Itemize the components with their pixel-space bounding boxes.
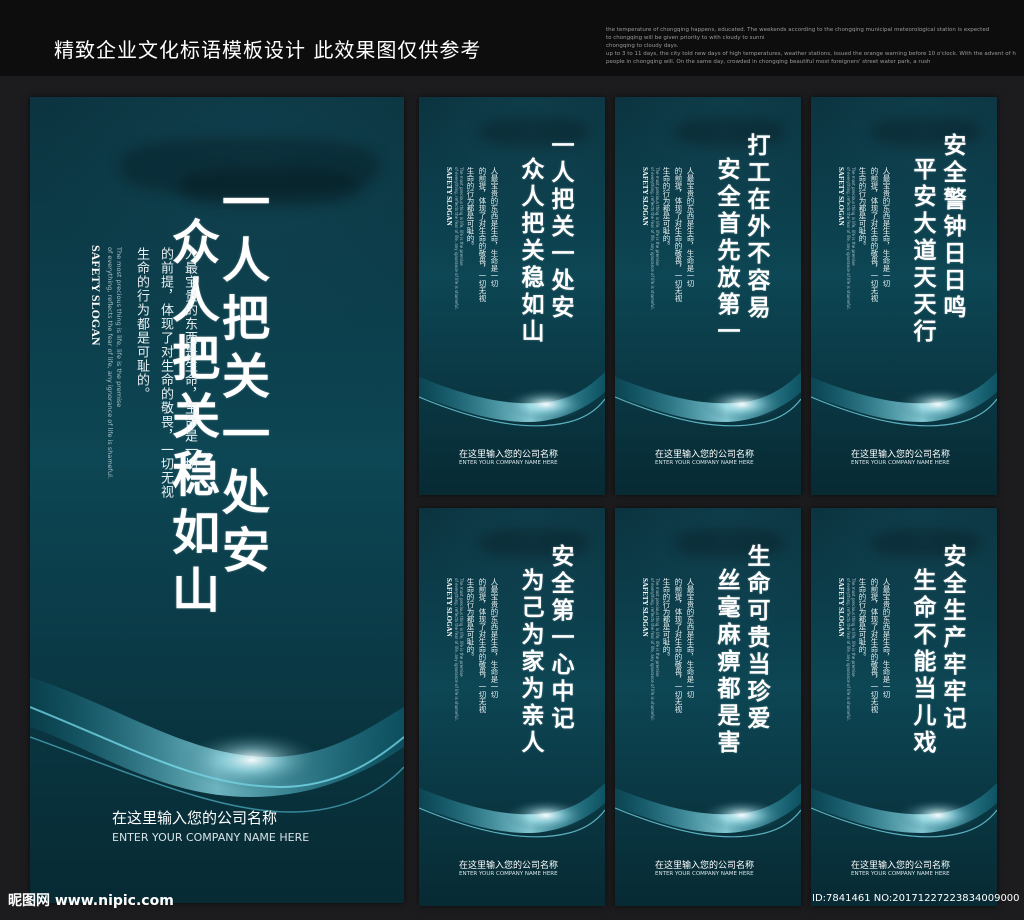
fineprint-line: up to 3 to 11 days, the city told new da… xyxy=(606,51,1016,57)
safety-slogan-title: SAFETY SLOGAN xyxy=(89,245,103,346)
top-banner: 精致企业文化标语模板设计 此效果图仅供参考 the temperature of… xyxy=(0,0,1024,76)
small-poster-1: 一人把关一处安 众人把关稳如山 人最宝贵的东西是生命，生命是一切 的前提，体现了… xyxy=(419,97,605,495)
english-fine-text-2: of everything, reflects the fear of life… xyxy=(650,578,655,721)
company-name-english: ENTER YOUR COMPANY NAME HERE xyxy=(655,871,754,877)
light-wave xyxy=(419,372,605,427)
slogan-line-2: 安全首先放第一 xyxy=(713,157,740,346)
slogan-line-2: 丝毫麻痹都是害 xyxy=(713,568,740,757)
company-name: 在这里输入您的公司名称 xyxy=(851,861,951,871)
fineprint-text: the temperature of chongqing happens, ed… xyxy=(606,26,1016,66)
company-name-english: ENTER YOUR COMPANY NAME HERE xyxy=(655,460,754,466)
company-name-english: ENTER YOUR COMPANY NAME HERE xyxy=(851,871,950,877)
safety-slogan-title: SAFETY SLOGAN xyxy=(837,578,845,637)
light-wave xyxy=(615,783,801,838)
body-text-line-3: 生命的行为都是可耻的。 xyxy=(466,167,475,250)
page-title: 精致企业文化标语模板设计 此效果图仅供参考 xyxy=(54,38,482,62)
english-fine-text-2: of everything, reflects the fear of life… xyxy=(106,247,114,479)
fineprint-line: to chongqing will be given priority to w… xyxy=(606,35,765,41)
slogan-line-2: 平安大道天天行 xyxy=(909,157,936,346)
slogan-line-1: 安全生产牢牢记 xyxy=(939,544,966,733)
safety-slogan-title: SAFETY SLOGAN xyxy=(641,578,649,637)
company-name-english: ENTER YOUR COMPANY NAME HERE xyxy=(112,831,310,844)
body-text-line-2: 的前提，体现了对生命的敬畏，一切无视 xyxy=(478,578,487,713)
body-text-line-3: 生命的行为都是可耻的。 xyxy=(858,578,867,661)
light-wave xyxy=(615,372,801,427)
body-text-line-1: 人最宝贵的东西是生命，生命是一切 xyxy=(882,578,891,698)
body-text-line-1: 人最宝贵的东西是生命，生命是一切 xyxy=(882,167,891,287)
english-fine-text-2: of everything, reflects the fear of life… xyxy=(846,167,851,310)
image-id: ID:7841461 NO:20171227223834009000 xyxy=(812,893,1020,904)
slogan-line-1: 安全警钟日日鸣 xyxy=(939,133,966,322)
body-text-line-2: 的前提，体现了对生命的敬畏，一切无视 xyxy=(674,167,683,302)
company-name: 在这里输入您的公司名称 xyxy=(459,861,559,871)
body-text-line-3: 生命的行为都是可耻的。 xyxy=(858,167,867,250)
body-text-line-2: 的前提，体现了对生命的敬畏，一切无视 xyxy=(870,167,879,302)
small-poster-4: 安全第一心中记 为己为家为亲人 人最宝贵的东西是生命，生命是一切 的前提，体现了… xyxy=(419,508,605,906)
english-fine-text-1: The most precious thing is life, life is… xyxy=(459,167,464,266)
body-text-line-3: 生命的行为都是可耻的。 xyxy=(134,247,149,401)
company-name-english: ENTER YOUR COMPANY NAME HERE xyxy=(459,460,558,466)
safety-slogan-title: SAFETY SLOGAN xyxy=(445,578,453,637)
body-text-line-2: 的前提，体现了对生命的敬畏，一切无视 xyxy=(158,247,173,499)
light-wave xyxy=(811,372,997,427)
small-poster-6: 安全生产牢牢记 生命不能当儿戏 人最宝贵的东西是生命，生命是一切 的前提，体现了… xyxy=(811,508,997,906)
safety-slogan-title: SAFETY SLOGAN xyxy=(445,167,453,226)
company-name-english: ENTER YOUR COMPANY NAME HERE xyxy=(851,460,950,466)
english-fine-text-1: The most precious thing is life, life is… xyxy=(459,578,464,677)
light-wave xyxy=(811,783,997,838)
body-text-line-1: 人最宝贵的东西是生命，生命是一切 xyxy=(182,247,197,471)
body-text-line-3: 生命的行为都是可耻的。 xyxy=(662,167,671,250)
english-fine-text-1: The most precious thing is life, life is… xyxy=(115,247,123,408)
company-name: 在这里输入您的公司名称 xyxy=(655,450,755,460)
slogan-line-1: 打工在外不容易 xyxy=(743,133,770,322)
body-text-line-1: 人最宝贵的东西是生命，生命是一切 xyxy=(490,167,499,287)
slogan-line-1: 安全第一心中记 xyxy=(547,544,574,733)
fineprint-line: people in chongqing will. On the same da… xyxy=(606,59,931,65)
fineprint-line: the temperature of chongqing happens, ed… xyxy=(606,27,990,33)
body-text-line-1: 人最宝贵的东西是生命，生命是一切 xyxy=(686,167,695,287)
site-logo: 昵图网 www.nipic.com xyxy=(8,893,174,909)
english-fine-text-2: of everything, reflects the fear of life… xyxy=(650,167,655,310)
slogan-line-2: 众人把关稳如山 xyxy=(517,157,544,346)
body-text-line-2: 的前提，体现了对生命的敬畏，一切无视 xyxy=(870,578,879,713)
company-name: 在这里输入您的公司名称 xyxy=(459,450,559,460)
slogan-line-1: 一人把关一处安 xyxy=(547,133,574,322)
english-fine-text-1: The most precious thing is life, life is… xyxy=(655,167,660,266)
small-poster-3: 安全警钟日日鸣 平安大道天天行 人最宝贵的东西是生命，生命是一切 的前提，体现了… xyxy=(811,97,997,495)
body-text-line-1: 人最宝贵的东西是生命，生命是一切 xyxy=(686,578,695,698)
english-fine-text-1: The most precious thing is life, life is… xyxy=(655,578,660,677)
company-name: 在这里输入您的公司名称 xyxy=(112,809,278,827)
company-name-english: ENTER YOUR COMPANY NAME HERE xyxy=(459,871,558,877)
english-fine-text-2: of everything, reflects the fear of life… xyxy=(454,167,459,310)
small-poster-5: 生命可贵当珍爱 丝毫麻痹都是害 人最宝贵的东西是生命，生命是一切 的前提，体现了… xyxy=(615,508,801,906)
body-text-line-2: 的前提，体现了对生命的敬畏，一切无视 xyxy=(674,578,683,713)
light-wave xyxy=(419,783,605,838)
fineprint-line: chongqing to cloudy days. xyxy=(606,43,679,49)
body-text-line-3: 生命的行为都是可耻的。 xyxy=(466,578,475,661)
body-text-line-1: 人最宝贵的东西是生命，生命是一切 xyxy=(490,578,499,698)
company-name: 在这里输入您的公司名称 xyxy=(655,861,755,871)
english-fine-text-2: of everything, reflects the fear of life… xyxy=(454,578,459,721)
english-fine-text-1: The most precious thing is life, life is… xyxy=(851,167,856,266)
english-fine-text-1: The most precious thing is life, life is… xyxy=(851,578,856,677)
safety-slogan-title: SAFETY SLOGAN xyxy=(837,167,845,226)
small-poster-2: 打工在外不容易 安全首先放第一 人最宝贵的东西是生命，生命是一切 的前提，体现了… xyxy=(615,97,801,495)
english-fine-text-2: of everything, reflects the fear of life… xyxy=(846,578,851,721)
safety-slogan-title: SAFETY SLOGAN xyxy=(641,167,649,226)
company-name: 在这里输入您的公司名称 xyxy=(851,450,951,460)
large-poster: 一人把关一处安 众人把关稳如山 人最宝贵的东西是生命，生命是一切 的前提，体现了… xyxy=(30,97,404,903)
slogan-line-2: 生命不能当儿戏 xyxy=(909,568,936,757)
body-text-line-2: 的前提，体现了对生命的敬畏，一切无视 xyxy=(478,167,487,302)
body-text-line-3: 生命的行为都是可耻的。 xyxy=(662,578,671,661)
slogan-line-1: 生命可贵当珍爱 xyxy=(743,544,770,733)
slogan-line-2: 为己为家为亲人 xyxy=(517,568,544,757)
